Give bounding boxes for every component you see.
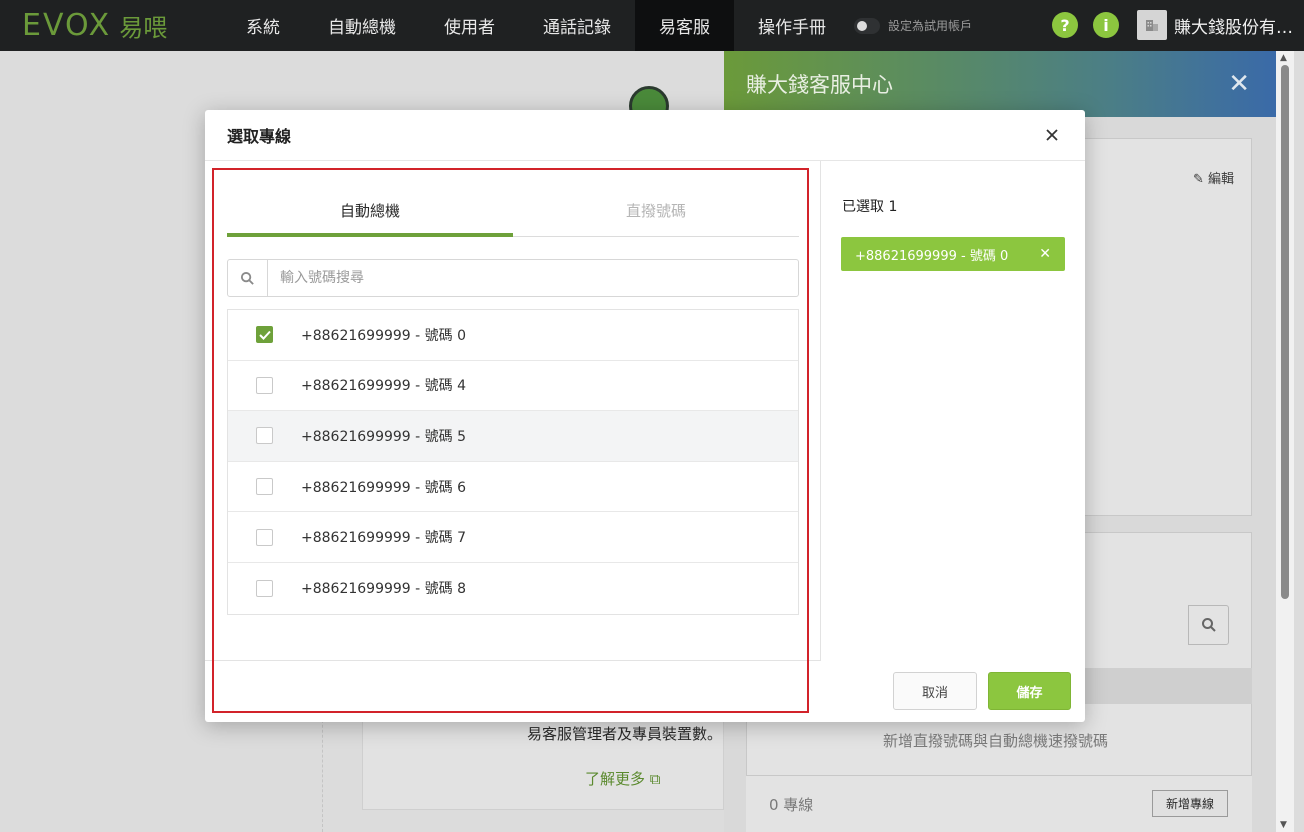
select-line-modal: 選取專線 自動總機 直撥號碼 +88621699999 - 號碼 0 +88 <box>205 110 1085 722</box>
checkbox-checked[interactable] <box>256 326 273 344</box>
line-selection-pane: 自動總機 直撥號碼 +88621699999 - 號碼 0 +886216999… <box>205 161 821 660</box>
list-item[interactable]: +88621699999 - 號碼 8 <box>228 563 798 614</box>
scroll-down-arrow-icon[interactable]: ▼ <box>1280 820 1287 830</box>
list-item-label: +88621699999 - 號碼 8 <box>301 581 467 598</box>
nav-item-customer-service[interactable]: 易客服 <box>635 0 734 51</box>
close-icon[interactable] <box>1041 124 1063 146</box>
checkbox[interactable] <box>256 579 273 597</box>
list-item-label: +88621699999 - 號碼 4 <box>301 378 467 395</box>
modal-title: 選取專線 <box>227 127 292 146</box>
trial-account-setting: 設定為試用帳戶 <box>854 17 972 34</box>
logo-chinese-text: 易喂 <box>119 14 168 42</box>
list-item[interactable]: +88621699999 - 號碼 0 <box>228 310 798 361</box>
scrollbar-thumb[interactable] <box>1281 65 1289 599</box>
nav-item-manual[interactable]: 操作手冊 <box>734 0 850 51</box>
nav-item-system[interactable]: 系統 <box>222 0 304 51</box>
edit-label: 編輯 <box>1208 172 1235 187</box>
nav-item-call-records[interactable]: 通話記錄 <box>519 0 635 51</box>
list-item-label: +88621699999 - 號碼 6 <box>301 479 467 496</box>
nav-item-auto-attendant[interactable]: 自動總機 <box>304 0 420 51</box>
info-icon[interactable]: i <box>1093 12 1119 38</box>
side-panel-title: 賺大錢客服中心 <box>746 73 893 97</box>
save-button[interactable]: 儲存 <box>988 672 1071 710</box>
page-scrollbar[interactable]: ▲ ▼ <box>1276 51 1294 832</box>
selected-lines-pane: 已選取 1 +88621699999 - 號碼 0 ✕ <box>821 161 1085 660</box>
remove-chip-icon[interactable]: ✕ <box>1039 246 1051 262</box>
trial-account-toggle[interactable] <box>854 17 880 34</box>
background-description: 易客服管理者及專員裝置數。 <box>527 725 723 743</box>
tab-auto-attendant[interactable]: 自動總機 <box>227 189 513 237</box>
top-navigation-bar: EVOX 易喂 系統 自動總機 使用者 通話記錄 易客服 操作手冊 設定為試用帳… <box>0 0 1304 51</box>
checkbox[interactable] <box>256 528 273 546</box>
number-search <box>227 259 799 297</box>
edit-button[interactable]: ✎ 編輯 <box>1193 168 1234 187</box>
side-search-button[interactable] <box>1188 605 1229 645</box>
list-item-label: +88621699999 - 號碼 7 <box>301 530 467 547</box>
search-icon <box>1201 618 1216 632</box>
trial-account-label: 設定為試用帳戶 <box>888 19 973 33</box>
line-type-tabs: 自動總機 直撥號碼 <box>227 189 799 237</box>
main-nav: 系統 自動總機 使用者 通話記錄 易客服 操作手冊 <box>222 0 850 51</box>
checkmark-icon <box>258 330 271 340</box>
list-item[interactable]: +88621699999 - 號碼 4 <box>228 361 798 412</box>
list-item[interactable]: +88621699999 - 號碼 6 <box>228 462 798 513</box>
list-item-label: +88621699999 - 號碼 0 <box>301 327 467 344</box>
evox-logo[interactable]: EVOX 易喂 <box>22 8 222 43</box>
help-icon[interactable]: ? <box>1052 12 1078 38</box>
search-input[interactable] <box>268 261 798 295</box>
checkbox[interactable] <box>256 376 273 394</box>
checkbox[interactable] <box>256 427 273 445</box>
selected-line-chip: +88621699999 - 號碼 0 ✕ <box>841 237 1065 271</box>
cancel-button[interactable]: 取消 <box>893 672 977 710</box>
pencil-icon: ✎ <box>1193 172 1204 187</box>
search-icon <box>228 260 268 296</box>
learn-more-label: 了解更多 <box>585 770 646 788</box>
add-line-button[interactable]: 新增專線 <box>1152 790 1228 817</box>
scroll-up-arrow-icon[interactable]: ▲ <box>1280 53 1287 63</box>
list-item[interactable]: +88621699999 - 號碼 5 <box>228 411 798 462</box>
selected-line-label: +88621699999 - 號碼 0 <box>855 248 1009 264</box>
modal-header: 選取專線 <box>205 110 1085 161</box>
list-item[interactable]: +88621699999 - 號碼 7 <box>228 512 798 563</box>
learn-more-link[interactable]: 了解更多 ⧉ <box>585 768 661 789</box>
modal-footer-divider <box>205 660 821 661</box>
building-icon <box>1137 10 1167 40</box>
add-lines-description: 新增直撥號碼與自動總機速撥號碼 <box>883 732 1109 750</box>
line-list: +88621699999 - 號碼 0 +88621699999 - 號碼 4 … <box>227 309 799 615</box>
list-item-label: +88621699999 - 號碼 5 <box>301 428 467 445</box>
nav-item-users[interactable]: 使用者 <box>420 0 519 51</box>
selected-count: 已選取 1 <box>842 199 898 215</box>
organization-name: 賺大錢股份有限公司 <box>1174 17 1294 38</box>
side-panel-header: 賺大錢客服中心 <box>724 51 1276 117</box>
side-panel-close-icon[interactable]: ✕ <box>1228 69 1250 99</box>
line-count: 0 專線 <box>769 796 814 814</box>
checkbox[interactable] <box>256 478 273 496</box>
organization-menu[interactable]: 賺大錢股份有限公司 <box>1137 10 1294 40</box>
tab-direct-number[interactable]: 直撥號碼 <box>513 189 799 236</box>
logo-text: EVOX <box>22 8 112 43</box>
external-link-icon: ⧉ <box>649 770 661 788</box>
